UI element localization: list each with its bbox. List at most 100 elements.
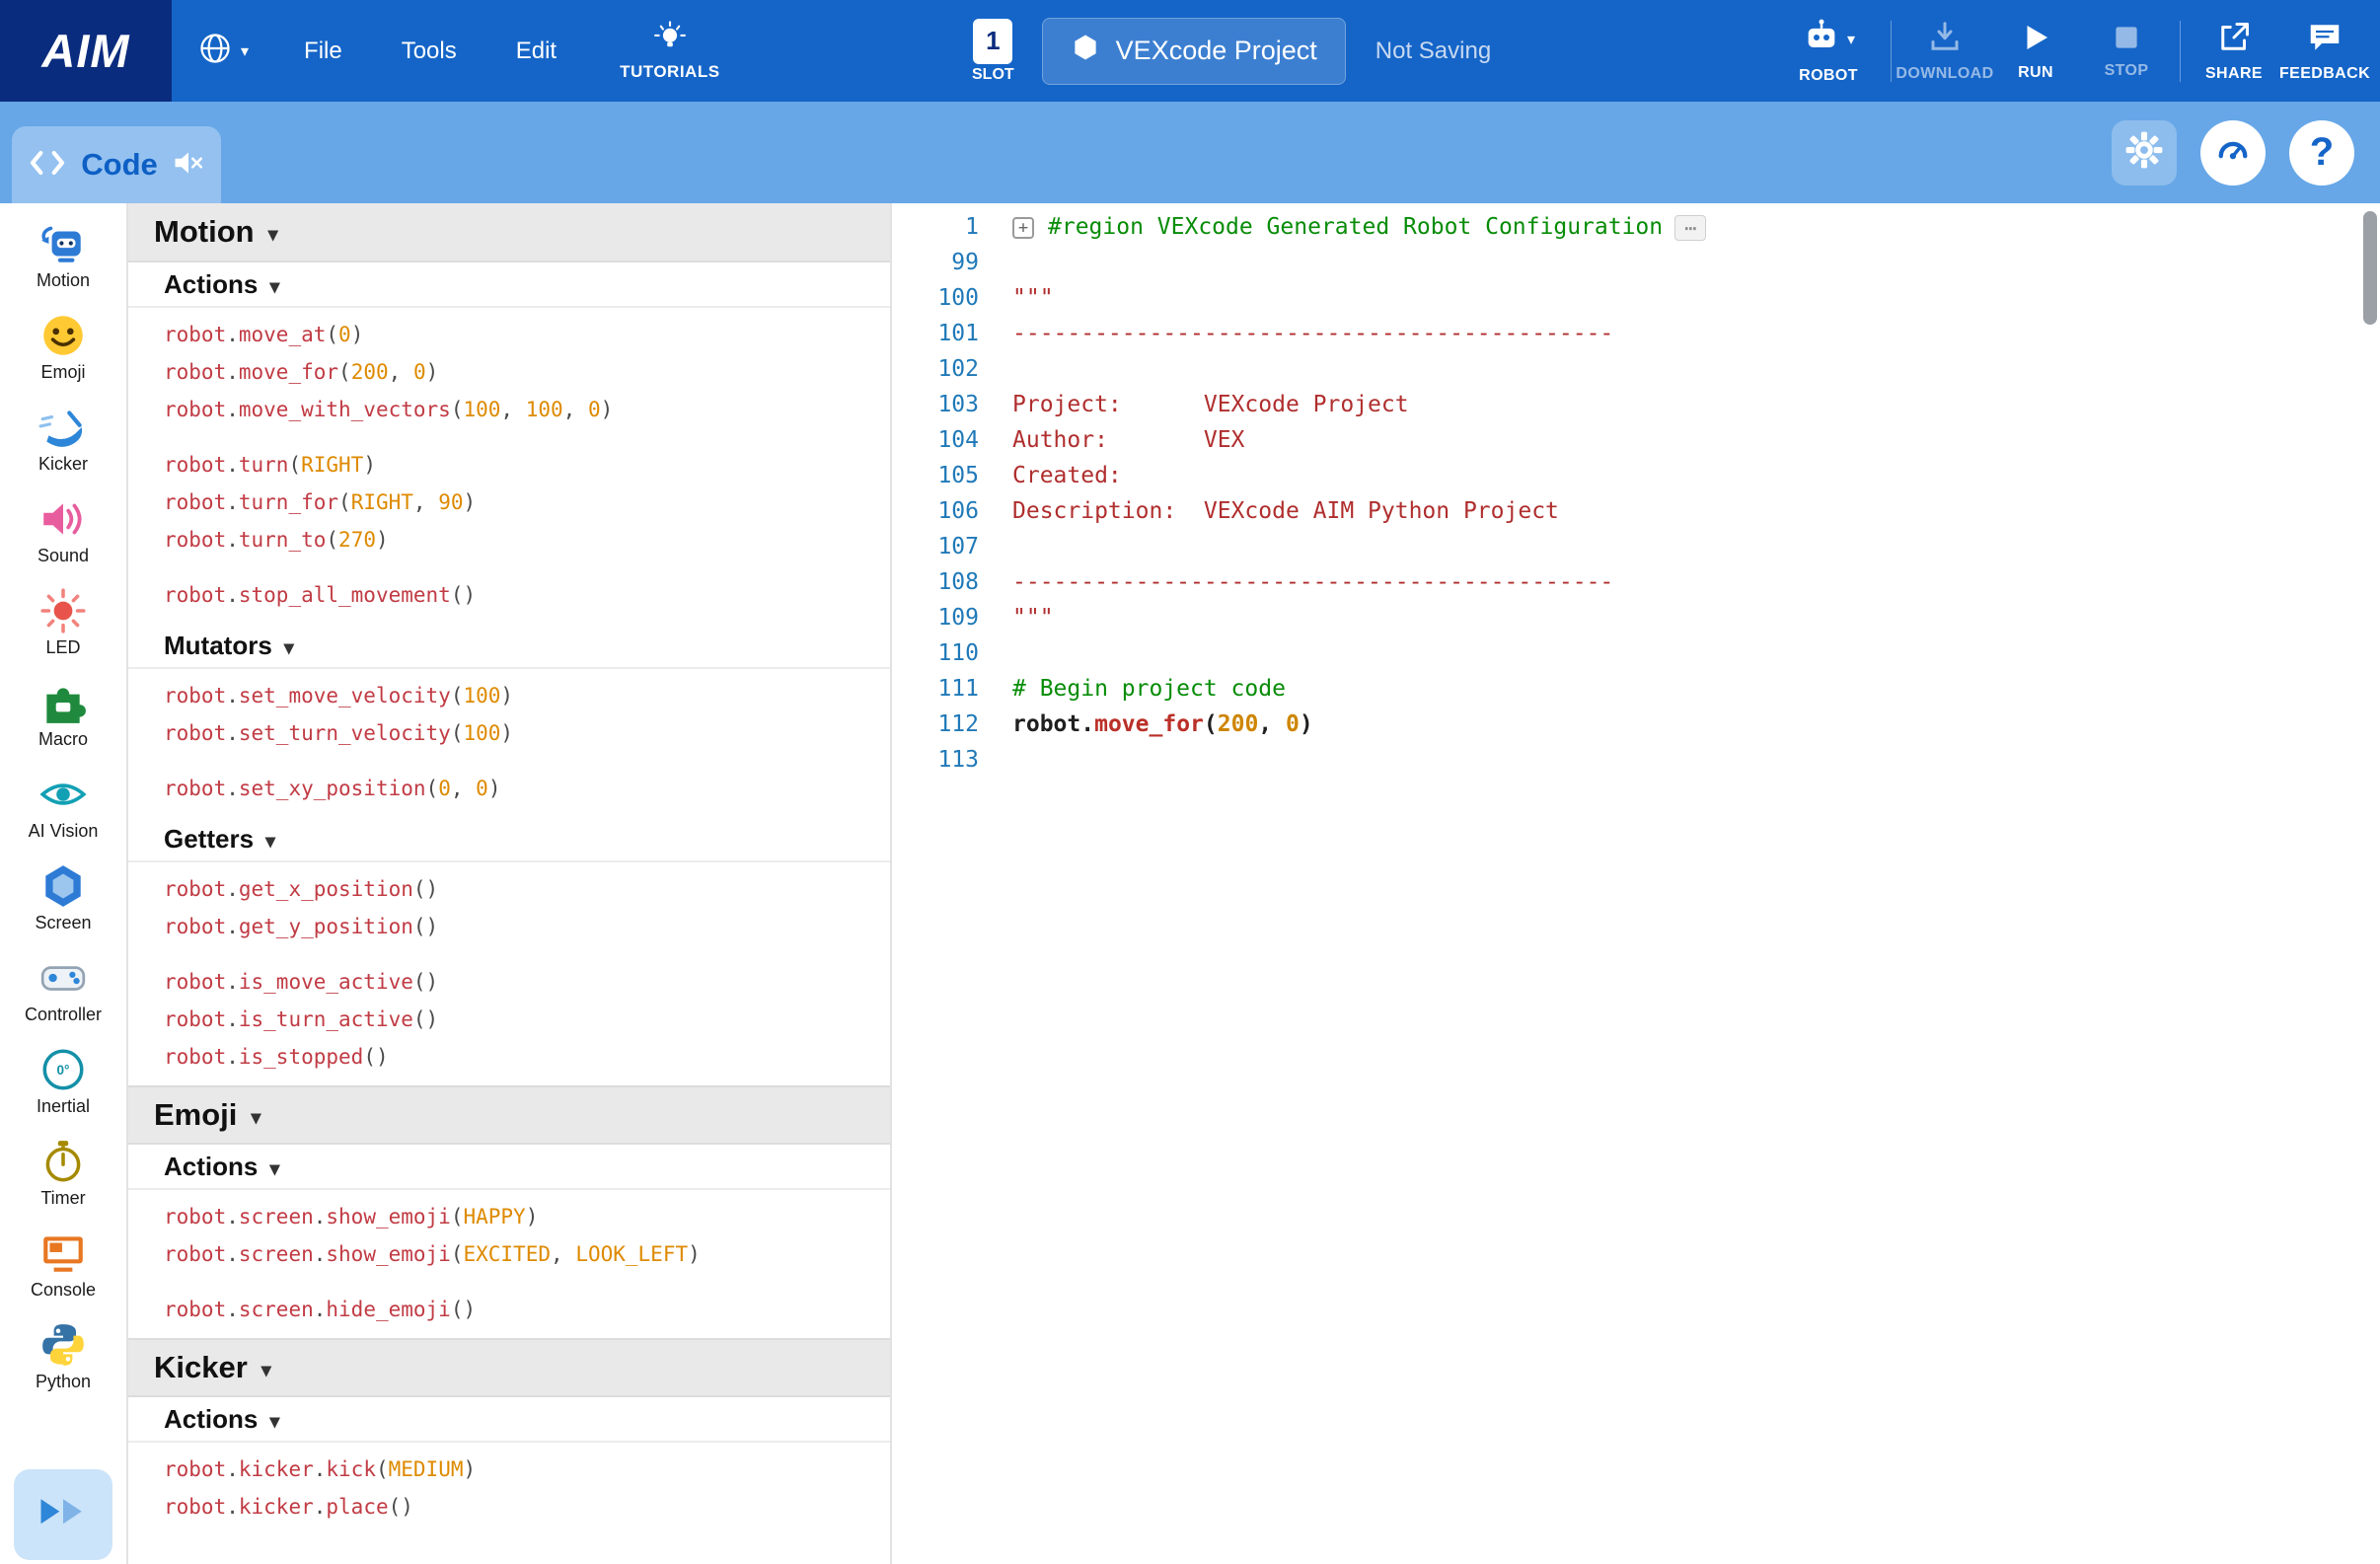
code-snippet[interactable]: robot.get_x_position() xyxy=(164,870,890,908)
code-snippet[interactable]: robot.get_y_position() xyxy=(164,908,890,945)
sidebar-item-motion[interactable]: Motion xyxy=(0,219,126,291)
inertial-icon: 0° xyxy=(38,1045,88,1094)
language-menu[interactable]: ▾ xyxy=(172,31,274,71)
line-content xyxy=(979,640,1012,666)
download-button[interactable]: DOWNLOAD xyxy=(1899,20,1990,83)
sidebar-item-label: Kicker xyxy=(38,454,88,475)
sidebar-item-console[interactable]: Console xyxy=(0,1229,126,1301)
play-icon xyxy=(2019,21,2052,59)
panel-group-actions[interactable]: Actions▾ xyxy=(128,1397,890,1443)
editor-line[interactable]: 103Project: VEXcode Project xyxy=(892,387,2380,422)
code-snippet[interactable]: robot.turn(RIGHT) xyxy=(164,446,890,484)
editor-line[interactable]: 106Description: VEXcode AIM Python Proje… xyxy=(892,493,2380,529)
sidebar-item-led[interactable]: LED xyxy=(0,586,126,658)
editor-line[interactable]: 112robot.move_for(200, 0) xyxy=(892,707,2380,742)
code-snippet[interactable]: robot.move_with_vectors(100, 100, 0) xyxy=(164,391,890,428)
settings-button[interactable] xyxy=(2112,120,2177,186)
dashboard-button[interactable] xyxy=(2200,120,2266,186)
project-cluster: 1 SLOT VEXcode Project Not Saving xyxy=(972,0,1491,102)
editor-scrollbar[interactable] xyxy=(2363,211,2377,325)
code-snippet[interactable]: robot.kicker.place() xyxy=(164,1488,890,1526)
sidebar-item-macro[interactable]: Macro xyxy=(0,678,126,750)
robot-button[interactable]: ▾ ROBOT xyxy=(1774,18,1883,85)
sidebar-item-ai-vision[interactable]: AI Vision xyxy=(0,770,126,842)
tools-menu[interactable]: Tools xyxy=(372,37,486,65)
editor-line[interactable]: 111# Begin project code xyxy=(892,671,2380,707)
chevron-down-icon: ▾ xyxy=(268,222,278,247)
editor-line[interactable]: 1+#region VEXcode Generated Robot Config… xyxy=(892,209,2380,245)
editor-line[interactable]: 101-------------------------------------… xyxy=(892,316,2380,351)
panel-group-actions[interactable]: Actions▾ xyxy=(128,1145,890,1190)
code-snippet[interactable]: robot.move_for(200, 0) xyxy=(164,353,890,391)
line-number: 100 xyxy=(892,280,979,316)
download-icon xyxy=(1927,20,1963,60)
code-snippet[interactable]: robot.set_turn_velocity(100) xyxy=(164,714,890,752)
editor-line[interactable]: 100""" xyxy=(892,280,2380,316)
sidebar-item-label: Timer xyxy=(40,1188,85,1209)
code-snippet[interactable]: robot.turn_to(270) xyxy=(164,521,890,559)
line-number: 105 xyxy=(892,458,979,493)
code-snippet[interactable]: robot.set_xy_position(0, 0) xyxy=(164,770,890,807)
edit-menu[interactable]: Edit xyxy=(486,37,586,65)
panel-section-kicker[interactable]: Kicker▾ xyxy=(128,1338,890,1397)
panel-group-getters[interactable]: Getters▾ xyxy=(128,817,890,862)
code-snippet[interactable]: robot.turn_for(RIGHT, 90) xyxy=(164,484,890,521)
code-snippet[interactable]: robot.set_move_velocity(100) xyxy=(164,677,890,714)
help-button[interactable]: ? xyxy=(2289,120,2354,186)
sidebar-item-python[interactable]: Python xyxy=(0,1320,126,1392)
sidebar-item-kicker[interactable]: Kicker xyxy=(0,403,126,475)
sound-icon xyxy=(38,494,88,544)
bottom-tool-button[interactable] xyxy=(14,1469,112,1560)
sidebar-item-screen[interactable]: Screen xyxy=(0,861,126,933)
code-snippet[interactable]: robot.screen.show_emoji(HAPPY) xyxy=(164,1198,890,1235)
tab-code[interactable]: Code xyxy=(12,126,221,203)
slot-button[interactable]: 1 SLOT xyxy=(972,19,1014,84)
panel-group-actions[interactable]: Actions▾ xyxy=(128,262,890,308)
editor-line[interactable]: 102 xyxy=(892,351,2380,387)
sidebar-item-inertial[interactable]: 0°Inertial xyxy=(0,1045,126,1117)
panel-section-motion[interactable]: Motion▾ xyxy=(128,203,890,262)
project-name-button[interactable]: VEXcode Project xyxy=(1042,18,1346,85)
folded-region-indicator[interactable]: ⋯ xyxy=(1674,215,1706,241)
chevron-down-icon: ▾ xyxy=(251,1105,260,1130)
fold-expand-icon[interactable]: + xyxy=(1012,217,1034,239)
line-content: """ xyxy=(979,605,1054,631)
editor-line[interactable]: 99 xyxy=(892,245,2380,280)
code-editor[interactable]: 1+#region VEXcode Generated Robot Config… xyxy=(892,203,2380,1564)
code-snippet[interactable]: robot.is_stopped() xyxy=(164,1038,890,1076)
code-snippet[interactable]: robot.screen.show_emoji(EXCITED, LOOK_LE… xyxy=(164,1235,890,1273)
feedback-button[interactable]: FEEDBACK xyxy=(2279,20,2370,83)
editor-line[interactable]: 109""" xyxy=(892,600,2380,635)
share-button[interactable]: SHARE xyxy=(2189,20,2279,83)
code-snippet[interactable]: robot.kicker.kick(MEDIUM) xyxy=(164,1451,890,1488)
editor-line[interactable]: 104Author: VEX xyxy=(892,422,2380,458)
sidebar-item-controller[interactable]: Controller xyxy=(0,953,126,1025)
chevron-down-icon: ▾ xyxy=(261,1358,271,1382)
editor-line[interactable]: 110 xyxy=(892,635,2380,671)
code-snippet[interactable]: robot.is_turn_active() xyxy=(164,1001,890,1038)
snippet-cluster: robot.set_xy_position(0, 0) xyxy=(128,762,890,817)
line-content: robot.move_for(200, 0) xyxy=(979,711,1313,737)
controller-icon xyxy=(38,953,88,1003)
panel-section-emoji[interactable]: Emoji▾ xyxy=(128,1085,890,1145)
tutorials-label: TUTORIALS xyxy=(620,62,719,82)
editor-line[interactable]: 105Created: xyxy=(892,458,2380,493)
editor-line[interactable]: 107 xyxy=(892,529,2380,564)
code-snippet[interactable]: robot.stop_all_movement() xyxy=(164,576,890,614)
tutorials-button[interactable]: TUTORIALS xyxy=(620,21,719,82)
snippet-cluster: robot.kicker.kick(MEDIUM)robot.kicker.pl… xyxy=(128,1443,890,1535)
sidebar-item-timer[interactable]: Timer xyxy=(0,1137,126,1209)
code-snippet[interactable]: robot.move_at(0) xyxy=(164,316,890,353)
code-snippet[interactable]: robot.is_move_active() xyxy=(164,963,890,1001)
file-menu[interactable]: File xyxy=(274,37,372,65)
code-snippet[interactable]: robot.screen.hide_emoji() xyxy=(164,1291,890,1328)
editor-line[interactable]: 113 xyxy=(892,742,2380,778)
stop-button[interactable]: STOP xyxy=(2081,23,2172,80)
editor-line[interactable]: 108-------------------------------------… xyxy=(892,564,2380,600)
aim-logo: AIM xyxy=(0,0,172,102)
mute-icon[interactable] xyxy=(172,146,205,185)
sidebar-item-emoji[interactable]: Emoji xyxy=(0,311,126,383)
run-button[interactable]: RUN xyxy=(1990,21,2081,82)
panel-group-mutators[interactable]: Mutators▾ xyxy=(128,624,890,669)
sidebar-item-sound[interactable]: Sound xyxy=(0,494,126,566)
